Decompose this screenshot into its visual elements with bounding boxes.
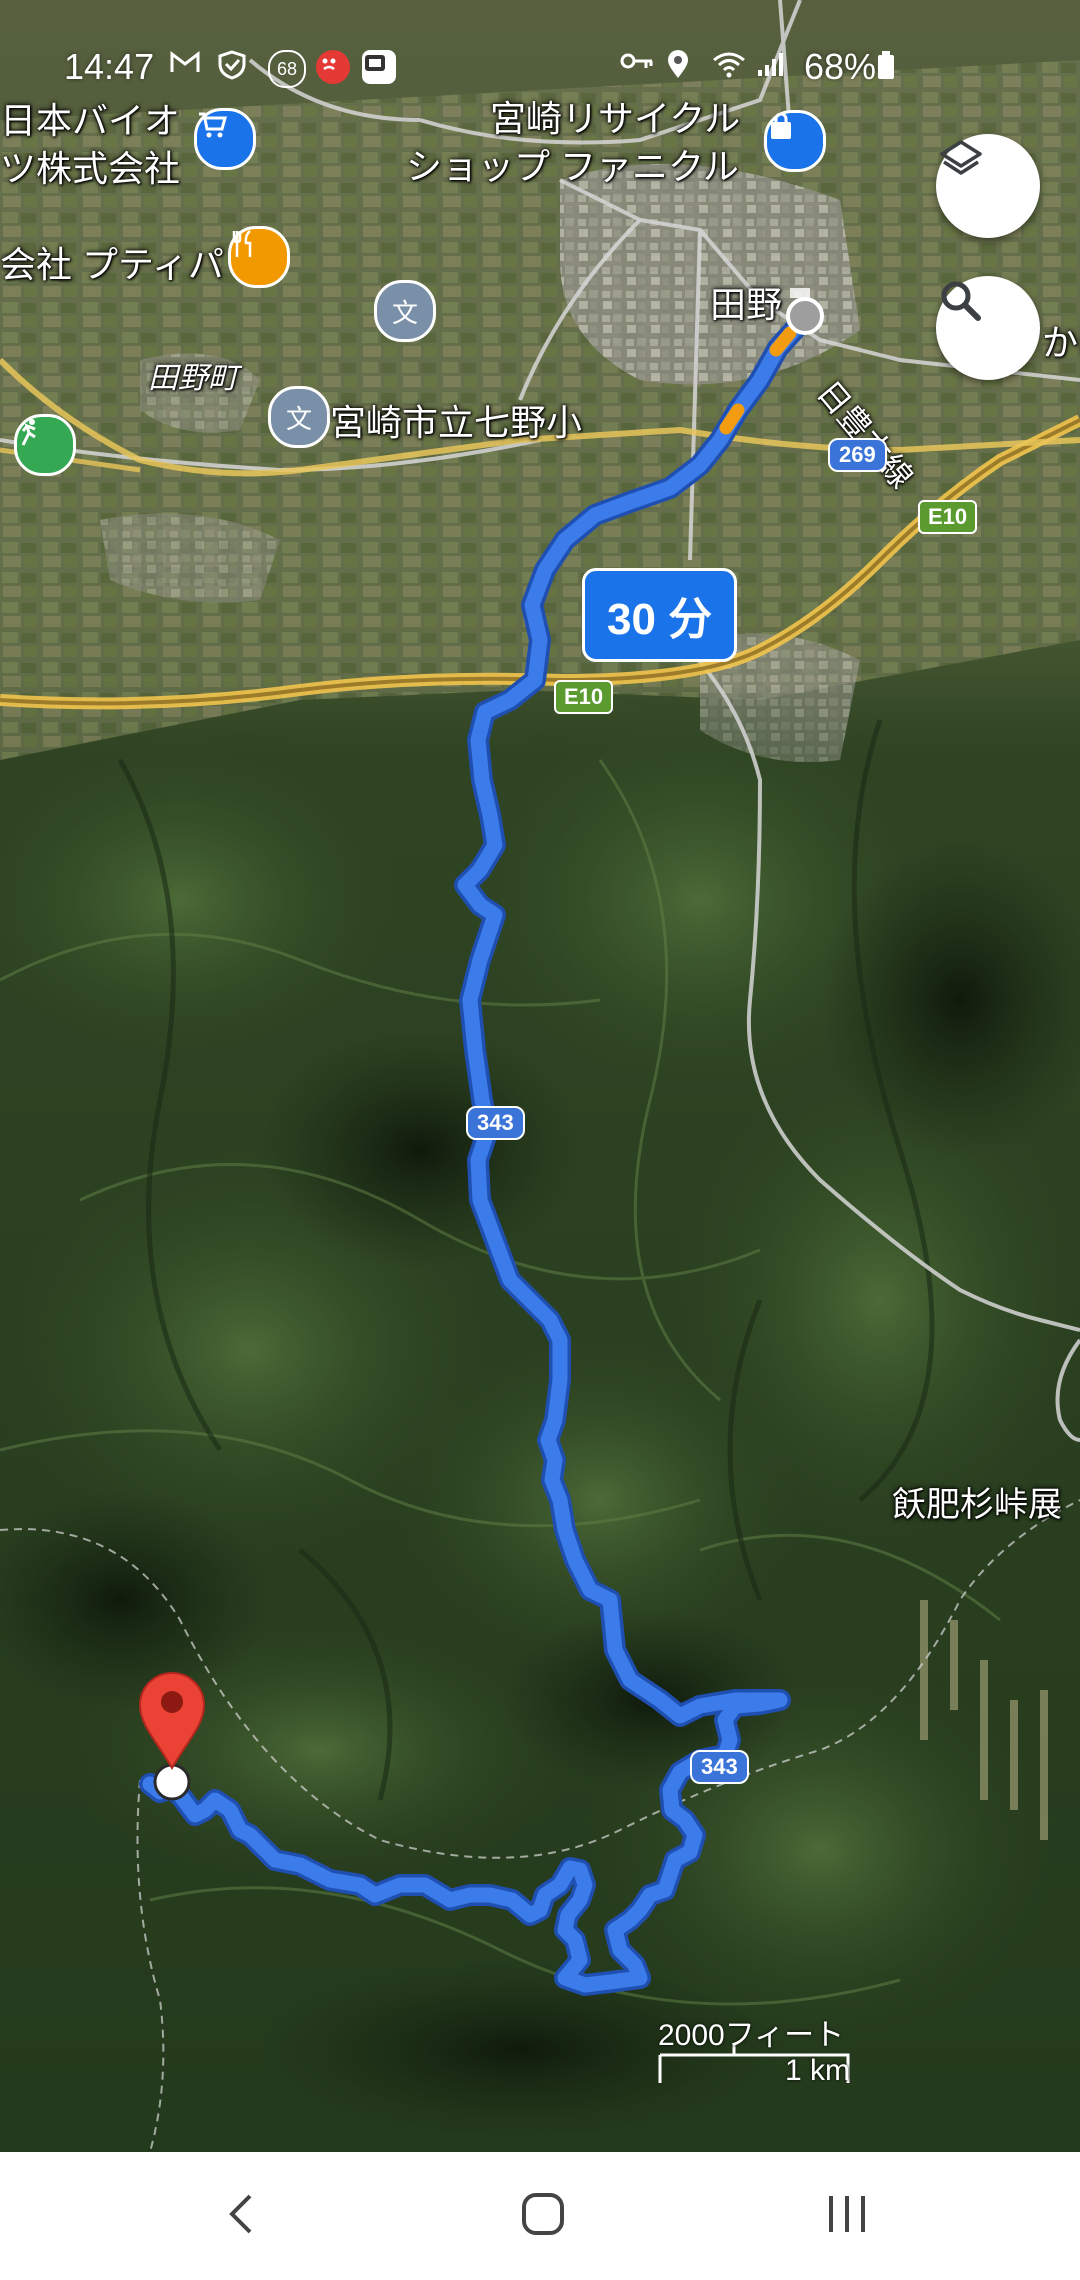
home-button[interactable] [498,2176,588,2256]
key-icon [620,50,654,84]
poi-label-obi-sugi-pass[interactable]: 飫肥杉峠展 [892,1484,1062,1526]
search-button[interactable] [936,276,1040,380]
shield-icon [218,50,252,84]
back-button[interactable] [196,2176,286,2256]
expressway-shield-e10-2: E10 [554,680,614,714]
restaurant-icon[interactable] [228,226,290,288]
poi-label-miyazaki-recycle[interactable]: 宮崎リサイクル [490,98,740,140]
origin-marker[interactable] [786,297,824,335]
route-shield-269: 269 [828,438,887,472]
battery-icon [876,50,910,84]
poi-label-nihon-bio[interactable]: 日本バイオ [0,100,180,142]
badge-count: 68 [276,58,298,79]
poi-label-nihon-bio-2[interactable]: ツ株式会社 [0,148,180,190]
battery-percent: 68% [804,46,877,87]
angry-face-icon [316,50,350,84]
satellite-map [0,0,1080,2152]
route-shield-343: 343 [466,1106,525,1140]
home-icon [521,2192,565,2241]
recents-button[interactable] [802,2176,892,2256]
recents-icon [825,2194,869,2239]
navigation-bar [0,2152,1080,2280]
expressway-shield-e10: E10 [918,500,978,534]
shopping-cart-icon[interactable] [194,108,256,170]
app-icon [362,50,396,84]
school-icon[interactable]: 文 [374,280,436,342]
place-label-tano[interactable]: 田野 [710,284,782,326]
map-view[interactable]: 14:47 68 68% 日本バイオ ツ株式会社 宮崎リサイクル ショップ ファ… [0,0,1080,2152]
school-icon-2[interactable]: 文 [268,386,330,448]
poi-label-kaisha-petit[interactable]: 会社 プティパ [0,244,224,286]
gmail-icon [170,50,204,84]
scale-km: 1 km [784,2054,850,2087]
scale-bar: 2000フィート 1 km [656,2010,852,2088]
poi-label-kani[interactable]: かに [1042,322,1080,364]
back-icon [226,2192,256,2241]
eta-bubble[interactable]: 30 分 [582,568,738,662]
golf-icon[interactable] [14,414,76,476]
poi-label-nanano-school[interactable]: 宮崎市立七野小 [330,402,582,444]
wifi-icon [712,50,746,84]
status-time: 14:47 [64,46,155,87]
area-label-tano-town: 田野町 [148,362,238,395]
poi-label-miyazaki-recycle-2[interactable]: ショップ ファニクル [406,146,739,188]
scale-feet: 2000フィート [658,2019,845,2052]
layers-button[interactable] [936,134,1040,238]
route-shield-343-2: 343 [690,1750,749,1784]
badge-68-icon: 68 [268,50,306,88]
signal-icon [756,50,790,84]
location-icon [666,50,700,84]
shopping-bag-icon[interactable] [764,110,826,172]
